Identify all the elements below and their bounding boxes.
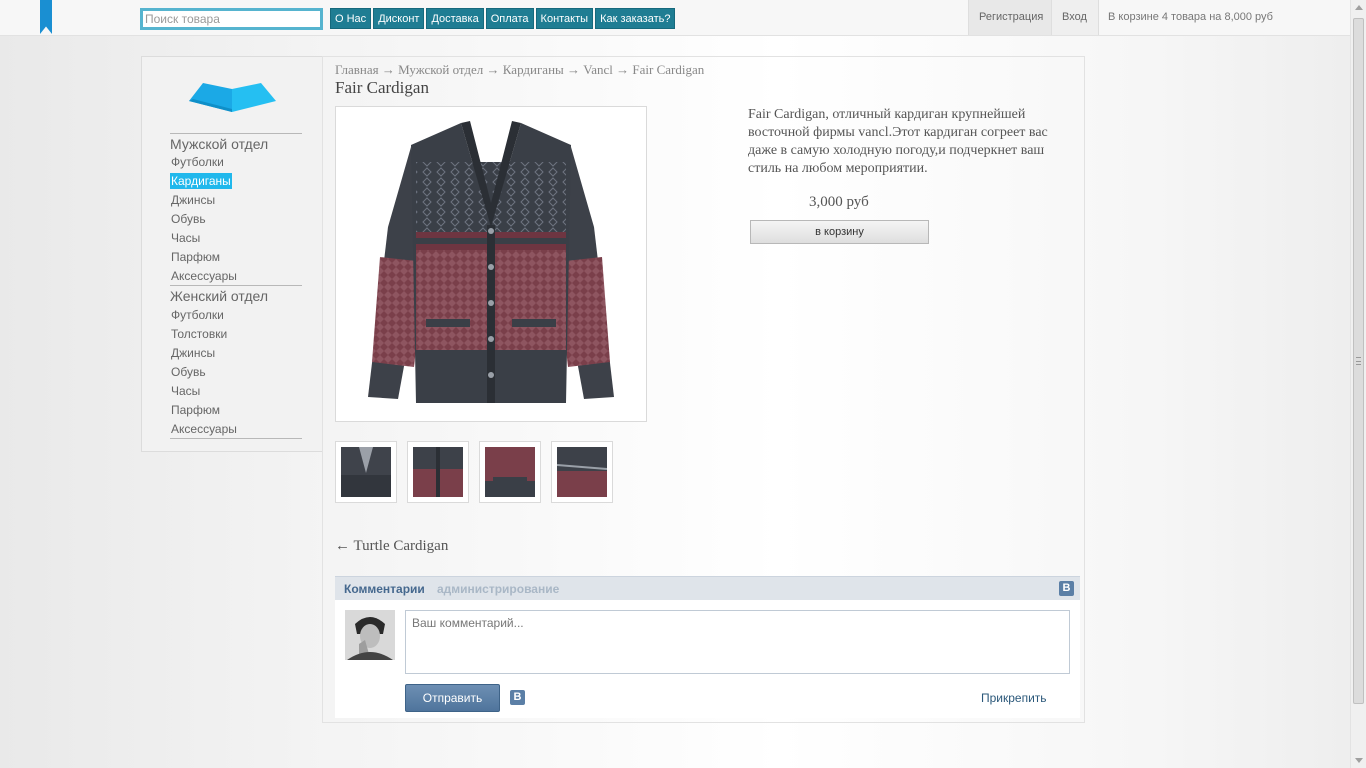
women-watches[interactable]: Часы xyxy=(170,383,201,399)
men-watches[interactable]: Часы xyxy=(170,230,201,246)
nav-discount[interactable]: Дисконт xyxy=(373,8,425,29)
comment-input[interactable] xyxy=(405,610,1070,674)
men-jeans[interactable]: Джинсы xyxy=(170,192,216,208)
scrollbar[interactable] xyxy=(1350,0,1366,768)
breadcrumb-current: Fair Cardigan xyxy=(632,62,705,77)
breadcrumb-cardigans[interactable]: Кардиганы xyxy=(503,62,564,77)
men-tshirts[interactable]: Футболки xyxy=(170,154,225,170)
top-bar: О Нас Дисконт Доставка Оплата Контакты К… xyxy=(0,0,1350,36)
register-link[interactable]: Регистрация xyxy=(968,0,1052,35)
nav-about[interactable]: О Нас xyxy=(330,8,372,29)
scroll-down-arrow-icon[interactable] xyxy=(1355,758,1363,763)
avatar[interactable] xyxy=(345,610,395,660)
product-image[interactable] xyxy=(335,106,647,422)
breadcrumb-separator: → xyxy=(612,62,633,77)
breadcrumb-separator: → xyxy=(378,62,399,77)
thumbnail-3[interactable] xyxy=(479,441,541,503)
breadcrumb-separator: → xyxy=(483,62,503,77)
nav-payment[interactable]: Оплата xyxy=(485,8,534,29)
bookmark-logo-icon[interactable] xyxy=(40,0,52,34)
category-sidebar: Мужской отдел Футболки Кардиганы Джинсы … xyxy=(141,56,323,452)
thumbnail-1[interactable] xyxy=(335,441,397,503)
attach-link[interactable]: Прикрепить xyxy=(981,691,1047,705)
men-accessories[interactable]: Аксессуары xyxy=(170,268,238,284)
search-input[interactable] xyxy=(140,8,323,30)
login-link[interactable]: Вход xyxy=(1052,0,1099,35)
cardigan-image xyxy=(368,121,614,403)
comments-header: Комментарии администрирование B xyxy=(335,576,1080,600)
sidebar-divider xyxy=(170,438,302,439)
comments-title: Комментарии xyxy=(344,582,425,596)
women-perfume[interactable]: Парфюм xyxy=(170,402,221,418)
thumbnail-4[interactable] xyxy=(551,441,613,503)
cart-summary[interactable]: В корзине 4 товара на 8,000 руб xyxy=(1108,0,1273,35)
product-description: Fair Cardigan, отличный кардиган крупней… xyxy=(748,107,1048,176)
breadcrumb-men[interactable]: Мужской отдел xyxy=(398,62,483,77)
breadcrumb-home[interactable]: Главная xyxy=(335,62,379,77)
breadcrumb-brand[interactable]: Vancl xyxy=(583,62,613,77)
thumbnail-2[interactable] xyxy=(407,441,469,503)
men-cardigans[interactable]: Кардиганы xyxy=(170,173,232,189)
product-price: 3,000 руб xyxy=(809,194,869,210)
breadcrumb-separator: → xyxy=(563,62,584,77)
women-section-title[interactable]: Женский отдел xyxy=(170,285,302,305)
vk-icon[interactable]: B xyxy=(1059,581,1074,596)
nav-how-to-order[interactable]: Как заказать? xyxy=(595,8,676,29)
men-section-title[interactable]: Мужской отдел xyxy=(170,133,302,153)
men-perfume[interactable]: Парфюм xyxy=(170,249,221,265)
thumbnail-strip xyxy=(335,441,613,503)
comments-admin-link[interactable]: администрирование xyxy=(437,582,559,596)
vk-icon[interactable]: B xyxy=(510,690,525,705)
add-to-cart-button[interactable]: в корзину xyxy=(750,220,929,244)
main-nav: О Нас Дисконт Доставка Оплата Контакты К… xyxy=(330,8,676,29)
book-logo-icon[interactable] xyxy=(189,79,276,112)
send-comment-button[interactable]: Отправить xyxy=(405,684,500,712)
previous-product-link[interactable]: ← Turtle Cardigan xyxy=(335,538,448,555)
grip-icon xyxy=(1356,357,1361,365)
women-accessories[interactable]: Аксессуары xyxy=(170,421,238,437)
scrollbar-thumb[interactable] xyxy=(1353,18,1364,704)
scroll-up-arrow-icon[interactable] xyxy=(1355,5,1363,10)
nav-delivery[interactable]: Доставка xyxy=(426,8,484,29)
nav-contacts[interactable]: Контакты xyxy=(535,8,594,29)
breadcrumb: Главная → Мужской отдел → Кардиганы → Va… xyxy=(335,62,704,78)
women-hoodies[interactable]: Толстовки xyxy=(170,326,228,342)
women-jeans[interactable]: Джинсы xyxy=(170,345,216,361)
women-shoes[interactable]: Обувь xyxy=(170,364,207,380)
men-shoes[interactable]: Обувь xyxy=(170,211,207,227)
women-tshirts[interactable]: Футболки xyxy=(170,307,225,323)
comments-widget: Комментарии администрирование B Отправит… xyxy=(335,576,1080,718)
product-title: Fair Cardigan xyxy=(335,78,429,97)
